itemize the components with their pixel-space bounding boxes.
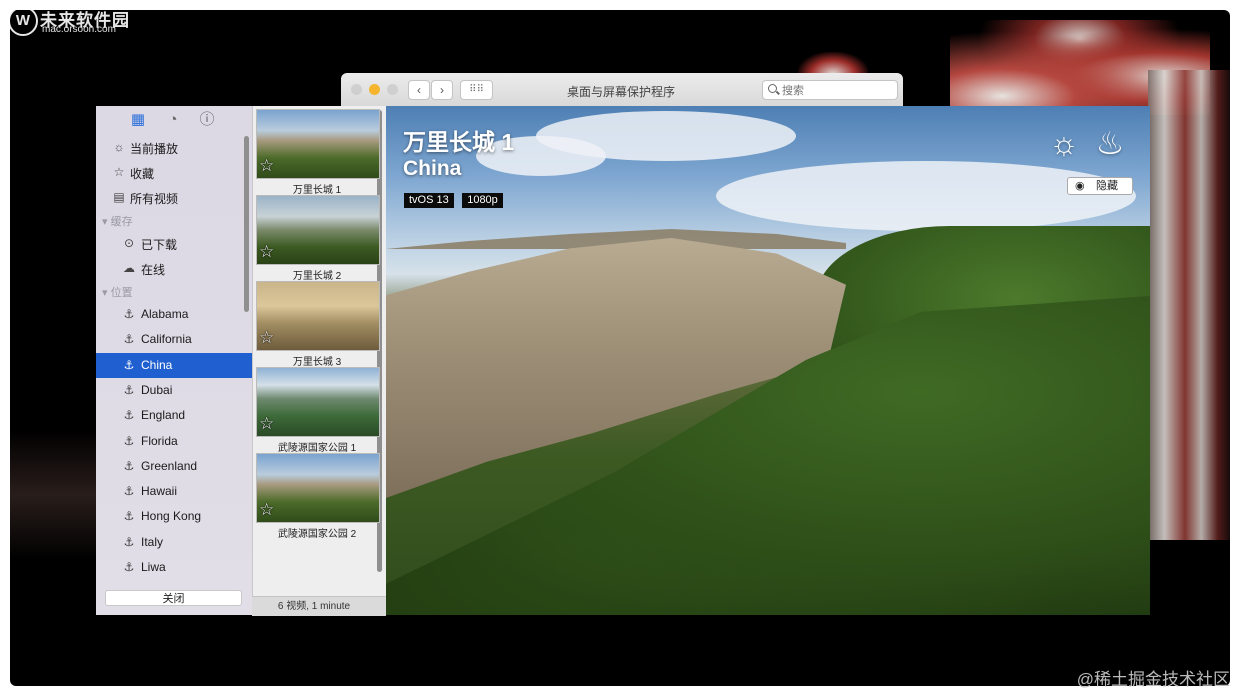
cloud-icon: ☁ [123,261,135,275]
film-tab-icon[interactable]: ▦ [130,112,146,128]
system-preferences-titlebar: ‹ › ⠿⠿ 桌面与屏幕保护程序 [341,73,903,107]
location-pin-icon: ⚓ [123,484,135,499]
status-text: 6 视频, 1 minute [277,601,351,612]
thumbnail-caption: 万里长城 1 [292,185,342,196]
favorite-star-icon[interactable]: ☆ [259,415,277,433]
video-location: China [403,157,462,180]
sidebar-item-label: California [141,332,192,347]
sidebar-item-alabama[interactable]: ⚓ Alabama [96,302,252,327]
close-button[interactable]: 关闭 [105,590,242,606]
location-pin-icon: ⚓ [123,307,135,321]
download-icon: ⊙ [123,236,135,250]
sidebar-item-label: Hong Kong [141,509,202,524]
brightness-icon[interactable]: ☼ [1046,125,1082,161]
sidebar-item-label: Italy [141,534,164,549]
sidebar-item-china[interactable]: ⚓ China [96,352,252,378]
coral-decoration [1148,70,1230,540]
thumbnail-caption: 武陵源国家公园 2 [277,529,357,540]
settings-tab-icon[interactable]: ◔ [165,112,181,128]
sidebar-item-label: 已下载 [141,238,178,252]
video-preview[interactable]: 万里长城 1 China tvOS 13 1080p ☼ ♨ ◉ 隐藏 [386,106,1150,615]
group-location-header[interactable]: ▾ 位置 [102,284,133,300]
search-input[interactable] [780,82,896,99]
sidebar-item-label: Dubai [141,382,173,397]
cloud [716,161,1136,231]
favorite-star-icon[interactable]: ☆ [259,157,277,175]
hide-label: 隐藏 [1096,180,1118,192]
sidebar-item-label: Alabama [141,307,189,321]
watermark-subtitle: mac.orsoon.com [42,24,116,35]
film-icon: ▤ [113,190,125,204]
resolution-badge: 1080p [462,193,503,208]
sidebar-item-online[interactable]: ☁ 在线 [96,256,252,281]
sidebar-item-label: 所有视频 [130,192,179,206]
sidebar-item-label: 收藏 [130,167,155,181]
thumbnail-caption: 万里长城 2 [292,271,342,282]
sidebar-item-label: Greenland [141,458,198,473]
sidebar-item-now-playing[interactable]: ☼ 当前播放 [96,135,252,160]
sidebar-item-label: Liwa [141,560,166,574]
sidebar-item-label: England [141,408,186,423]
location-pin-icon: ⚓ [123,433,135,448]
video-count-status: 6 视频, 1 minute [252,596,386,616]
flame-icon[interactable]: ♨ [1092,125,1128,161]
video-thumbnail-list: ☆ 万里长城 1 ☆ 万里长城 2 ☆ 万里长城 3 ☆ 武陵源国家公园 1 ☆ 武陵源国家公园 … [252,106,387,615]
sidebar-item-liwa[interactable]: ⚓ Liwa [96,555,252,580]
back-button[interactable]: ‹ [408,80,430,100]
favorite-star-icon[interactable]: ☆ [259,329,277,347]
location-pin-icon: ⚓ [123,534,135,549]
close-window-button[interactable] [351,84,362,95]
sidebar-item-greenland[interactable]: ⚓ Greenland [96,454,252,479]
sidebar-item-label: Florida [141,433,178,448]
location-pin-icon: ⚓ [123,408,135,423]
sidebar-item-italy[interactable]: ⚓ Italy [96,530,252,555]
video-title: 万里长城 1 [403,129,515,155]
sun-icon: ☼ [113,140,125,154]
forward-button[interactable]: › [431,80,453,100]
os-badge: tvOS 13 [404,193,454,208]
favorite-star-icon[interactable]: ☆ [259,243,277,261]
sidebar-item-label: 在线 [141,263,166,277]
group-label: 位置 [110,287,133,299]
aerial-panel: ▦ ◔ ⓘ ☼ 当前播放 ☆ 收藏 ▤ 所有视频 ▾ 缓存 ⊙ 已下载 ☁ 在线… [96,106,1150,616]
watermark-logo: W [8,6,38,36]
sidebar-item-label: 当前播放 [130,142,179,156]
sidebar: ▦ ◔ ⓘ ☼ 当前播放 ☆ 收藏 ▤ 所有视频 ▾ 缓存 ⊙ 已下载 ☁ 在线… [96,106,252,615]
sidebar-item-all-videos[interactable]: ▤ 所有视频 [96,185,252,210]
location-pin-icon: ⚓ [123,357,135,372]
search-field[interactable] [762,80,898,100]
sidebar-item-label: China [141,357,173,372]
info-tab-icon[interactable]: ⓘ [199,112,215,128]
sidebar-item-california[interactable]: ⚓ California [96,327,252,352]
show-all-grid-button[interactable]: ⠿⠿ [460,80,493,100]
group-cache-header[interactable]: ▾ 缓存 [102,213,133,229]
credit-watermark: @稀土掘金技术社区 [1076,670,1230,689]
zoom-window-button[interactable] [387,84,398,95]
group-label: 缓存 [110,216,133,228]
window-title: 桌面与屏幕保护程序 [566,85,675,99]
sidebar-item-england[interactable]: ⚓ England [96,403,252,428]
location-pin-icon: ⚓ [123,458,135,473]
location-pin-icon: ⚓ [123,382,135,397]
sidebar-item-downloaded[interactable]: ⊙ 已下载 [96,231,252,256]
background-haze [10,430,100,560]
hide-button[interactable]: ◉ 隐藏 [1067,177,1133,195]
eye-icon: ◉ [1075,180,1085,192]
search-icon [768,84,777,93]
star-icon: ☆ [113,165,125,179]
favorite-star-icon[interactable]: ☆ [259,501,277,519]
location-pin-icon: ⚓ [123,509,135,524]
thumbnail-caption: 武陵源国家公园 1 [277,443,357,454]
sidebar-item-label: Hawaii [141,484,178,499]
location-pin-icon: ⚓ [123,332,135,347]
sidebar-item-favorites[interactable]: ☆ 收藏 [96,160,252,185]
sidebar-item-hawaii[interactable]: ⚓ Hawaii [96,479,252,504]
minimize-window-button[interactable] [369,84,380,95]
sidebar-item-hong-kong[interactable]: ⚓ Hong Kong [96,504,252,529]
sidebar-item-dubai[interactable]: ⚓ Dubai [96,378,252,403]
sidebar-item-florida[interactable]: ⚓ Florida [96,429,252,454]
location-pin-icon: ⚓ [123,560,135,574]
thumbnail-caption: 万里长城 3 [292,357,342,368]
video-badges: tvOS 13 1080p [404,190,507,208]
